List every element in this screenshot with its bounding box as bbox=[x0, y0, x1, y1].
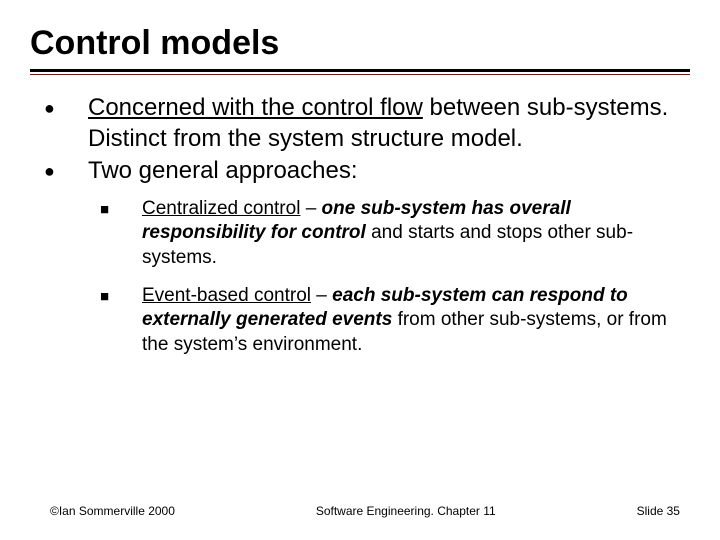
bullet-dot-icon: ● bbox=[44, 93, 88, 154]
sub-bullet-2: ■ Event-based control – each sub-system … bbox=[100, 284, 690, 357]
bullet-2: ● Two general approaches: bbox=[44, 156, 690, 187]
square-bullet-icon: ■ bbox=[100, 197, 142, 270]
sub-bullet-list: ■ Centralized control – one sub-system h… bbox=[44, 197, 690, 357]
sub-bullet-1-text: Centralized control – one sub-system has… bbox=[142, 197, 690, 270]
bullet-1: ● Concerned with the control flow betwee… bbox=[44, 93, 690, 154]
sub-bullet-1-underline: Centralized control bbox=[142, 198, 300, 219]
footer: ©Ian Sommerville 2000 Software Engineeri… bbox=[0, 504, 720, 518]
bullet-1-text: Concerned with the control flow between … bbox=[88, 93, 690, 154]
bullet-1-underline: Concerned with the control flow bbox=[88, 94, 423, 121]
slide-title: Control models bbox=[30, 24, 690, 63]
sub-bullet-1: ■ Centralized control – one sub-system h… bbox=[100, 197, 690, 270]
slide: Control models ● Concerned with the cont… bbox=[0, 0, 720, 540]
sub-bullet-2-text: Event-based control – each sub-system ca… bbox=[142, 284, 690, 357]
square-bullet-icon: ■ bbox=[100, 284, 142, 357]
footer-copyright: ©Ian Sommerville 2000 bbox=[50, 504, 175, 518]
sub-bullet-1-dash: – bbox=[300, 198, 321, 219]
sub-bullet-2-underline: Event-based control bbox=[142, 285, 311, 306]
title-rule-red bbox=[30, 74, 690, 75]
footer-chapter: Software Engineering. Chapter 11 bbox=[316, 504, 496, 518]
footer-slide-number: Slide 35 bbox=[637, 504, 680, 518]
title-rule-black bbox=[30, 69, 690, 72]
content-area: ● Concerned with the control flow betwee… bbox=[30, 93, 690, 357]
bullet-2-text: Two general approaches: bbox=[88, 156, 690, 187]
bullet-dot-icon: ● bbox=[44, 156, 88, 187]
sub-bullet-2-dash: – bbox=[311, 285, 332, 306]
